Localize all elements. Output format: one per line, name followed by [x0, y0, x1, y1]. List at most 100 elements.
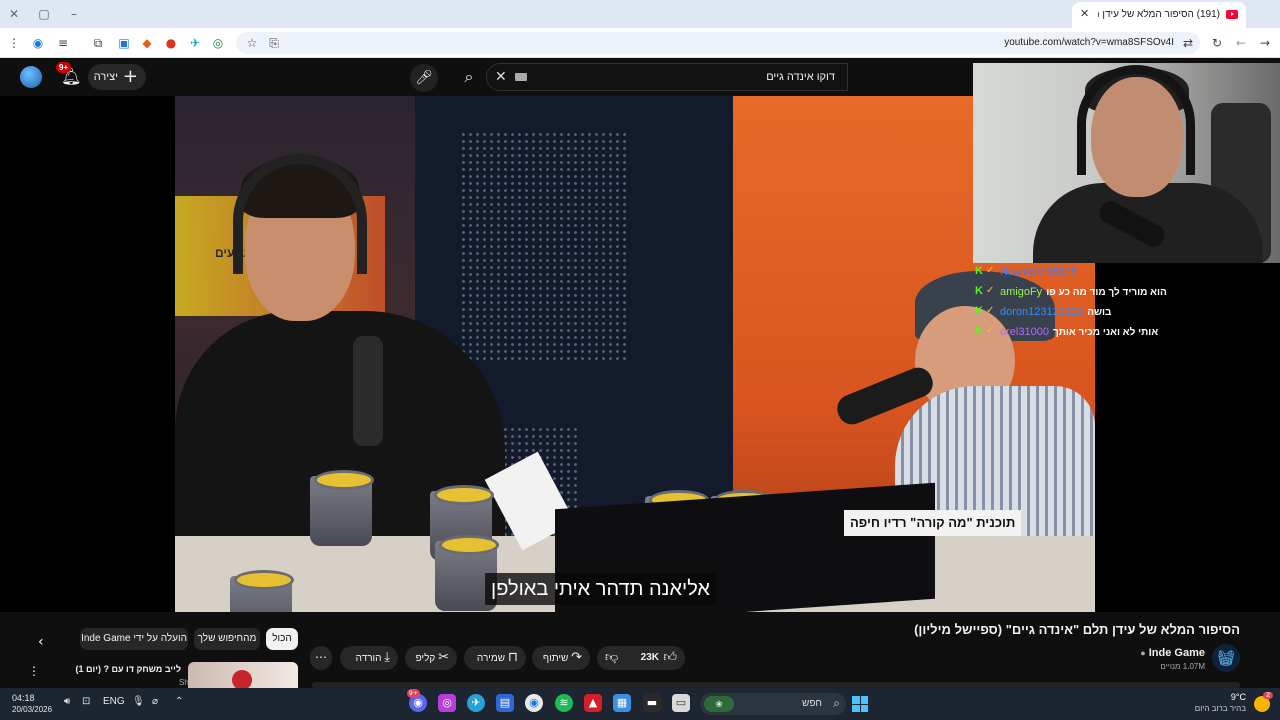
download-icon: ⤓	[384, 650, 390, 665]
voice-search-icon[interactable]: 🎤︎	[410, 64, 438, 92]
chat-username: NoamSVR6376	[1000, 266, 1077, 278]
chat-username: orel31000	[1000, 326, 1049, 338]
chat-text: הוא מוריד לך מוד מה כע פו	[1046, 287, 1167, 298]
clip-button[interactable]: ✂ קליפ	[405, 646, 457, 670]
address-bar[interactable]: ☆ ⎘ youtube.com/watch?v=wma8SFSOv4I ⇄	[236, 32, 1200, 54]
account-avatar[interactable]	[20, 66, 42, 88]
recommended-title[interactable]: לייב משחק דו עם ? (יום 1)	[76, 664, 181, 674]
kick-badge-icon: K	[975, 285, 983, 297]
check-badge-icon: ✓	[986, 285, 995, 296]
site-settings-icon[interactable]: ⇄	[1180, 35, 1196, 51]
profile-icon[interactable]: ◉	[30, 35, 46, 51]
check-badge-icon: ✓	[986, 325, 995, 336]
recommended-video[interactable]: ⋮ לייב משחק דו עם ? (יום 1) Shmurak	[0, 662, 310, 690]
cast-icon[interactable]: ⎘	[266, 35, 282, 51]
chat-username: amigoFy	[1000, 286, 1043, 298]
extensions-icon[interactable]: ⧉	[90, 35, 106, 51]
chat-message: K ✓ orel31000 אותי לא ואני מכיר אותך	[975, 323, 1185, 343]
store-icon[interactable]: ▤	[496, 694, 514, 712]
kick-badge-icon: K	[975, 265, 983, 277]
network-icon[interactable]: ⊡	[82, 696, 90, 707]
bookmark-star-icon[interactable]: ☆	[244, 35, 260, 51]
create-button[interactable]: + יצירה	[88, 64, 146, 90]
window-minimize-icon[interactable]: –	[66, 6, 82, 22]
notifications-button[interactable]: 🔔︎ 9+	[56, 62, 81, 88]
streamer-webcam	[973, 63, 1280, 263]
search-input[interactable]: ✕ דוקו אינדה גיים	[486, 63, 848, 91]
browser-tab-strip: ✕ ▢ – + (191) הסיפור המלא של עידן תלם "א…	[0, 0, 1280, 28]
taskbar-search-placeholder[interactable]: חפש	[802, 698, 822, 709]
chat-username: doron123123123	[1000, 306, 1084, 318]
start-button-icon[interactable]	[852, 696, 868, 712]
weather-condition: בהיר ברוב היום	[1194, 704, 1246, 713]
share-button[interactable]: ↷ שיתוף	[532, 646, 590, 670]
reading-list-icon[interactable]: ≡	[55, 35, 71, 51]
tab-title: (191) הסיפור המלא של עידן תלם "אינדה גיי…	[1098, 9, 1220, 20]
app-purple-icon[interactable]: ◎	[438, 694, 456, 712]
search-query[interactable]: דוקו אינדה גיים	[766, 71, 835, 83]
reload-icon[interactable]: ↻	[1209, 35, 1225, 51]
language-indicator[interactable]: ENG	[103, 696, 125, 707]
clock-date[interactable]: 20/03/2026	[12, 705, 52, 714]
browser-toolbar: ⋮ ◉ ≡ ⧉ ▣ ◆ ● ✈ ◎ ☆ ⎘ youtube.com/watch?…	[0, 28, 1280, 58]
weather-widget[interactable]: 2 9°C בהיר ברוב היום	[1195, 692, 1273, 716]
subscriber-count: 1.07M מנויים	[1160, 662, 1205, 671]
keyboard-icon[interactable]	[515, 73, 527, 81]
video-title: הסיפור המלא של עידן תלם "אינדה גיים" (ספ…	[914, 622, 1240, 637]
video-subtitle: אליאנה תדהר איתי באולפן	[485, 573, 716, 605]
forward-icon[interactable]: →	[1257, 35, 1273, 51]
save-button[interactable]: ⊓ שמירה	[464, 646, 526, 670]
channel-name[interactable]: Inde Game ●	[1140, 647, 1205, 659]
url-text[interactable]: youtube.com/watch?v=wma8SFSOv4I	[1004, 37, 1174, 48]
create-label: יצירה	[93, 71, 118, 83]
like-count[interactable]: 23K	[641, 646, 659, 670]
chat-message: K ✓ amigoFy הוא מוריד לך מוד מה כע פו	[975, 283, 1185, 303]
clock-time[interactable]: 04:18	[12, 693, 35, 703]
plus-icon: +	[122, 66, 138, 87]
more-options-icon[interactable]: ⋮	[28, 664, 40, 678]
search-icon[interactable]: ⌕	[452, 64, 486, 90]
browser-menu-icon[interactable]: ⋮	[6, 35, 22, 51]
like-icon[interactable]: 👍︎	[663, 646, 677, 670]
extension-green-icon[interactable]: ◎	[210, 35, 226, 51]
stream-chat-overlay: K ✓ NoamSVR6376 K ✓ amigoFy הוא מוריד לך מוד מ…	[975, 263, 1185, 343]
volume-icon[interactable]: 🔊︎	[64, 696, 70, 707]
extension-blue-icon[interactable]: ✈	[187, 35, 203, 51]
app-grid-icon[interactable]: ▦	[613, 694, 631, 712]
extension-red-icon[interactable]: ●	[163, 35, 179, 51]
wifi-off-icon[interactable]: ⌀	[152, 696, 158, 707]
chrome-icon[interactable]: ◉	[525, 694, 543, 712]
download-button[interactable]: ⤓ הורדה	[340, 646, 398, 670]
notification-badge: 9+	[56, 62, 72, 73]
microphone-icon[interactable]: 🎙︎	[132, 696, 145, 707]
back-icon[interactable]: ←	[1233, 35, 1249, 51]
spotify-icon[interactable]: ≋	[555, 694, 573, 712]
recommended-thumbnail[interactable]	[188, 662, 298, 690]
search-icon: ⌕	[833, 696, 840, 710]
terminal-icon[interactable]: ▬	[643, 694, 661, 712]
show-name-overlay: תוכנית "מה קורה" רדיו חיפה	[844, 510, 1022, 536]
screen-capture-icon[interactable]: ▣	[116, 35, 132, 51]
telegram-icon[interactable]: ✈	[467, 694, 485, 712]
taskbar-search[interactable]: ❀ חפש ⌕	[700, 693, 846, 715]
channel-avatar[interactable]: 🧺︎	[1212, 644, 1240, 672]
dislike-icon[interactable]: 👎︎	[605, 646, 618, 670]
like-dislike-group: 👍︎ 23K 👎︎	[597, 646, 685, 670]
search-highlight-icon: ❀	[704, 696, 734, 712]
discord-icon[interactable]: ◉ 9+	[407, 689, 427, 712]
extension-orange-icon[interactable]: ◆	[139, 35, 155, 51]
app-red-icon[interactable]: ▲	[584, 694, 602, 712]
tab-close-icon[interactable]: ✕	[1080, 7, 1089, 20]
window-maximize-icon[interactable]: ▢	[36, 6, 52, 22]
bookmark-icon: ⊓	[507, 650, 518, 665]
weather-badge: 2	[1263, 692, 1273, 699]
window-close-icon[interactable]: ✕	[6, 6, 22, 22]
kick-badge-icon: K	[975, 325, 983, 337]
chat-text: אותי לא ואני מכיר אותך	[1052, 327, 1159, 338]
file-explorer-icon[interactable]: ▭	[672, 694, 690, 712]
windows-taskbar: 04:18 20/03/2026 🔊︎ ⊡ ENG 🎙︎ ⌀ ⌃ ◉ 9+ ◎ ✈…	[0, 688, 1280, 720]
more-actions-icon[interactable]: ⋯	[310, 646, 332, 670]
browser-tab-youtube[interactable]: (191) הסיפור המלא של עידן תלם "אינדה גיי…	[1072, 2, 1246, 28]
tray-expand-icon[interactable]: ⌃	[175, 696, 183, 707]
clear-search-icon[interactable]: ✕	[495, 69, 507, 85]
